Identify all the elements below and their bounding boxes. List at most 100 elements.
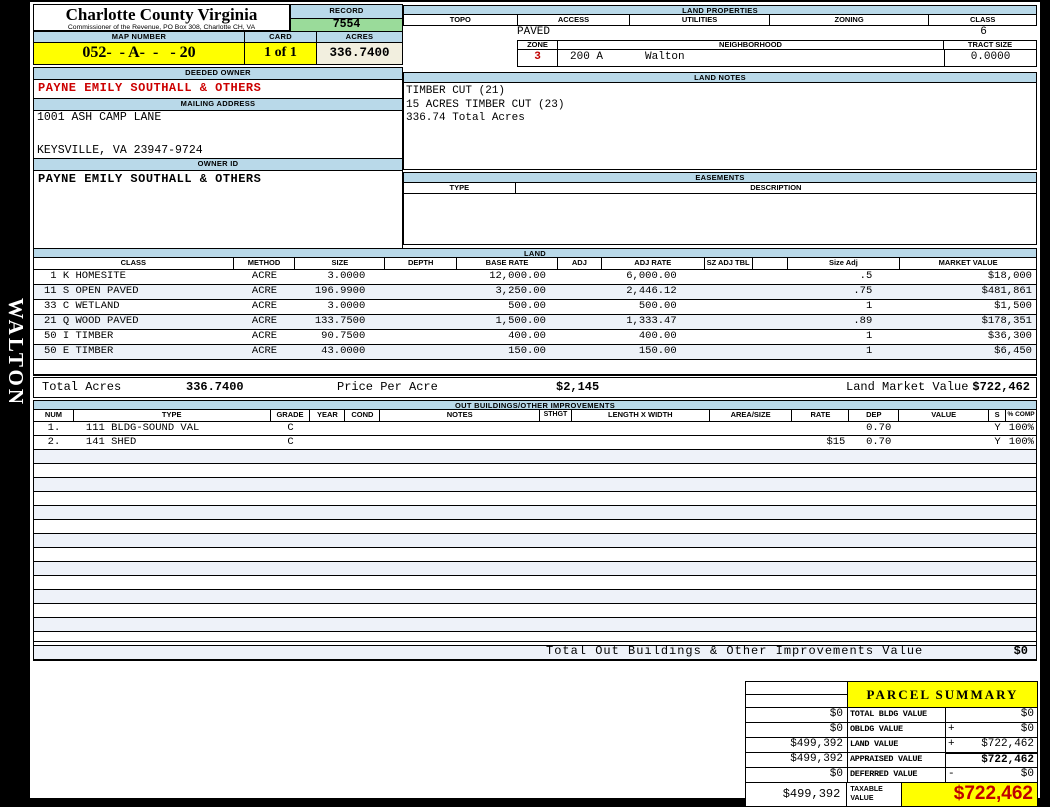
- parcel-summary-row: $0 OBLDG VALUE + $0: [746, 723, 1037, 738]
- land-market-value: $36,300: [987, 330, 1032, 342]
- class-value: 6: [980, 26, 987, 38]
- land-sz-adj-tbl-header: SZ ADJ TBL: [705, 258, 753, 269]
- land-empty-row: [34, 360, 1036, 375]
- land-row: 33 C WETLAND ACRE 3.0000 500.00 500.00 1…: [34, 300, 1036, 315]
- ps-label: TOTAL BLDG VALUE: [848, 708, 946, 722]
- parcel-summary-header: PARCEL SUMMARY: [746, 682, 1037, 708]
- zoning-header: ZONING: [770, 15, 930, 25]
- easement-description-header: DESCRIPTION: [750, 183, 802, 192]
- easements-title: EASEMENTS: [403, 172, 1037, 183]
- ob-empty-row: [34, 506, 1036, 520]
- land-class: 50 I TIMBER: [44, 330, 114, 342]
- ob-comp: 100%: [1008, 422, 1034, 434]
- record-card-screen: { "sidebar": { "label": "WALTON" }, "hea…: [0, 0, 1050, 807]
- taxable-value: $722,462: [901, 783, 1037, 806]
- zoning-value: [770, 26, 930, 40]
- land-row: 11 S OPEN PAVED ACRE 196.9900 3,250.00 2…: [34, 285, 1036, 300]
- record-label: RECORD: [290, 4, 403, 19]
- land-size-adj: 1: [865, 345, 873, 357]
- ob-empty-row: [34, 492, 1036, 506]
- out-buildings-total-label: Total Out Buildings & Other Improvements…: [546, 644, 924, 658]
- parcel-summary-row: $0 TOTAL BLDG VALUE $0: [746, 708, 1037, 723]
- land-market-value: $18,000: [987, 270, 1032, 282]
- land-class: 11 S OPEN PAVED: [44, 285, 139, 297]
- neighborhood-header: NEIGHBORHOOD: [558, 41, 944, 49]
- ob-comp: 100%: [1008, 436, 1034, 448]
- map-card-acres-headers: MAP NUMBER CARD ACRES: [33, 31, 403, 43]
- land-adj-header: ADJ: [558, 258, 602, 269]
- land-section-title: LAND: [33, 248, 1037, 258]
- land-method: ACRE: [251, 315, 278, 327]
- ob-empty-row: [34, 464, 1036, 478]
- land-base-rate: 500.00: [508, 300, 546, 312]
- land-base-rate-header: BASE RATE: [457, 258, 558, 269]
- out-buildings-body: 1. 111 BLDG-SOUND VAL C 0.70 Y 100% 2. 1…: [34, 422, 1036, 660]
- ps-value: $0: [1020, 768, 1034, 780]
- ob-grade: C: [287, 436, 294, 448]
- map-card-acres-values: 052- - A- - - 20 1 of 1 336.7400: [33, 43, 403, 65]
- county-header-box: Charlotte County Virginia Commissioner o…: [33, 4, 290, 31]
- price-per-acre-label: Price Per Acre: [337, 380, 438, 394]
- map-number-value: 052- - A- - - 20: [33, 43, 245, 65]
- easement-type-header: TYPE: [404, 183, 516, 193]
- ob-s: Y: [994, 436, 1001, 448]
- land-adj-rate: 150.00: [638, 345, 677, 357]
- ob-dep: 0.70: [866, 422, 892, 434]
- zone-headers: ZONE NEIGHBORHOOD TRACT SIZE: [517, 40, 1037, 50]
- land-totals-row: Total Acres 336.7400 Price Per Acre $2,1…: [33, 377, 1037, 398]
- ob-dep: 0.70: [866, 436, 892, 448]
- parcel-summary: PARCEL SUMMARY $0 TOTAL BLDG VALUE $0 $0…: [745, 681, 1038, 807]
- land-adj-rate: 2,446.12: [626, 285, 677, 297]
- land-table-headers: CLASS METHOD SIZE DEPTH BASE RATE ADJ AD…: [34, 258, 1036, 270]
- mailing-address-block: 1001 ASH CAMP LANE KEYSVILLE, VA 23947-9…: [34, 111, 402, 158]
- zone-values: 3 200 A Walton 0.0000: [517, 50, 1037, 67]
- ob-value-header: VALUE: [899, 410, 990, 421]
- topo-value: [403, 26, 517, 40]
- ob-num: 1.: [47, 422, 61, 434]
- land-size-adj: .89: [853, 315, 873, 327]
- ps-left-value: $499,392: [746, 738, 848, 752]
- land-adj-rate: 1,333.47: [626, 315, 677, 327]
- land-class: 21 Q WOOD PAVED: [44, 315, 139, 327]
- ob-empty-row: [34, 450, 1036, 464]
- neighborhood-value: 200 A Walton: [558, 50, 944, 66]
- tract-size-value: 0.0000: [944, 50, 1036, 66]
- owner-id-value: PAYNE EMILY SOUTHALL & OTHERS: [38, 172, 262, 186]
- out-buildings-total-row: Total Out Buildings & Other Improvements…: [33, 641, 1037, 661]
- land-size: 90.7500: [321, 330, 366, 342]
- parcel-summary-row: $0 DEFERRED VALUE - $0: [746, 768, 1037, 783]
- ob-lxw-header: LENGTH X WIDTH: [572, 410, 710, 421]
- parcel-summary-taxable-row: $499,392 TAXABLE VALUE $722,462: [746, 783, 1037, 806]
- land-class-header: CLASS: [34, 258, 234, 269]
- ob-rate-header: RATE: [792, 410, 850, 421]
- ps-left-value: $0: [746, 723, 848, 737]
- ps-left-value: $0: [746, 708, 848, 722]
- land-row: 1 K HOMESITE ACRE 3.0000 12,000.00 6,000…: [34, 270, 1036, 285]
- land-class: 1 K HOMESITE: [44, 270, 126, 282]
- land-size-header: SIZE: [295, 258, 386, 269]
- ps-value: $722,462: [981, 738, 1034, 750]
- ps-left-value: $0: [746, 768, 848, 782]
- ps-op: [946, 754, 960, 767]
- land-note-line: 336.74 Total Acres: [406, 112, 525, 124]
- ob-empty-row: [34, 548, 1036, 562]
- land-base-rate: 3,250.00: [495, 285, 546, 297]
- ob-type: 111 BLDG-SOUND VAL: [85, 422, 200, 434]
- owner-box: DEEDED OWNER PAYNE EMILY SOUTHALL & OTHE…: [33, 67, 403, 249]
- land-method: ACRE: [251, 300, 278, 312]
- land-note-line: 15 ACRES TIMBER CUT (23): [406, 98, 565, 111]
- land-size-adj-header: Size Adj: [788, 258, 901, 269]
- ps-op: [946, 708, 960, 722]
- land-market-value-header: MARKET VALUE: [938, 258, 998, 267]
- ob-rate: [792, 422, 849, 435]
- ob-type: 141 SHED: [85, 436, 137, 448]
- ps-value: $0: [1020, 723, 1034, 735]
- land-size: 196.9900: [314, 285, 366, 297]
- ob-area-header: AREA/SIZE: [710, 410, 793, 421]
- land-method: ACRE: [251, 270, 278, 282]
- land-method: ACRE: [251, 285, 278, 297]
- record-box: RECORD 7554: [290, 4, 403, 33]
- ob-empty-row: [34, 576, 1036, 590]
- land-row: 50 E TIMBER ACRE 43.0000 150.00 150.00 1…: [34, 345, 1036, 360]
- land-size: 133.7500: [314, 315, 366, 327]
